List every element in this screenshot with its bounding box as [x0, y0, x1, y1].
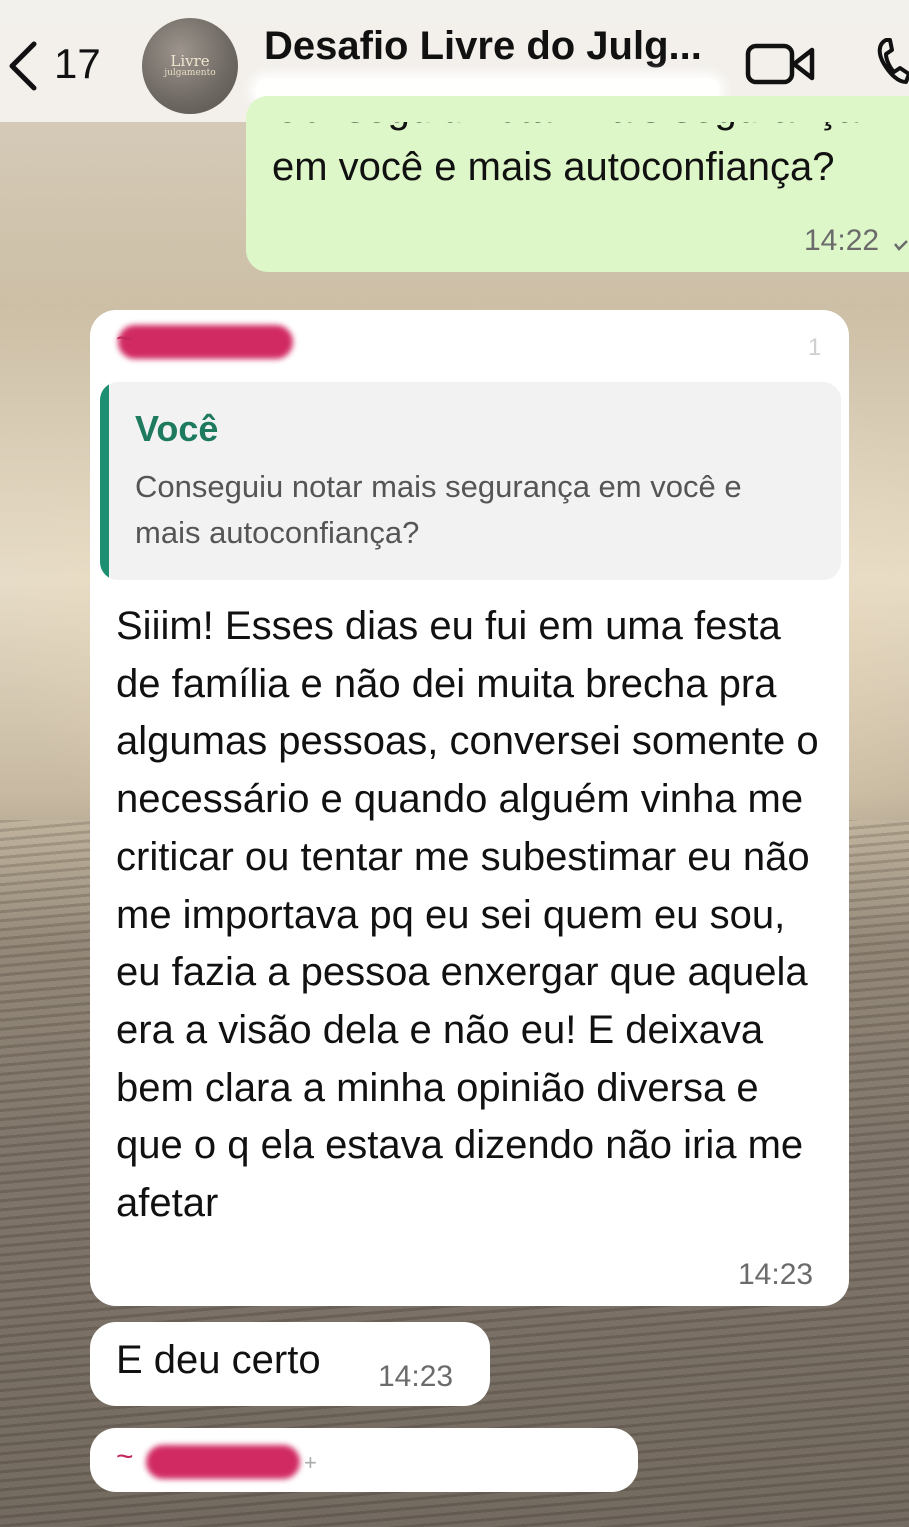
checkmark-icon [894, 240, 908, 251]
incoming-message-text: Siiim! Esses dias eu fui em uma festa de… [116, 604, 819, 1226]
bottom-plus-sign: + [304, 1450, 317, 1475]
avatar-logo-subtext: julgamento [164, 68, 216, 78]
incoming-short-message-text: E deu certo [116, 1338, 321, 1382]
outgoing-message-time: 14:22 [804, 224, 880, 257]
chat-title[interactable]: Desafio Livre do Julg... [264, 24, 702, 69]
sender-tilde: ~ [116, 322, 134, 355]
chevron-left-icon[interactable] [4, 38, 44, 94]
redacted-sender-name-bottom [146, 1445, 300, 1479]
incoming-short-message-time: 14:23 [378, 1360, 454, 1393]
group-avatar[interactable]: Livre julgamento [142, 18, 238, 114]
reply-count: 1 [808, 334, 822, 361]
redacted-sender-name [118, 325, 293, 359]
quote-accent-bar [100, 382, 109, 580]
incoming-message-time: 14:23 [738, 1258, 814, 1291]
quote-author: Você [135, 408, 219, 449]
quote-text: Conseguiu notar mais segurança em você e… [135, 469, 742, 550]
phone-icon[interactable] [876, 36, 909, 86]
back-unread-count[interactable]: 17 [54, 40, 101, 88]
avatar-logo-text: Livre [170, 52, 210, 70]
quoted-message[interactable]: Você Conseguiu notar mais segurança em v… [100, 382, 841, 580]
bottom-sender-tilde: ~ [116, 1440, 134, 1473]
video-camera-icon[interactable] [744, 40, 816, 88]
outgoing-message-text: Conseguiu notar mais segurança em você e… [272, 122, 859, 189]
